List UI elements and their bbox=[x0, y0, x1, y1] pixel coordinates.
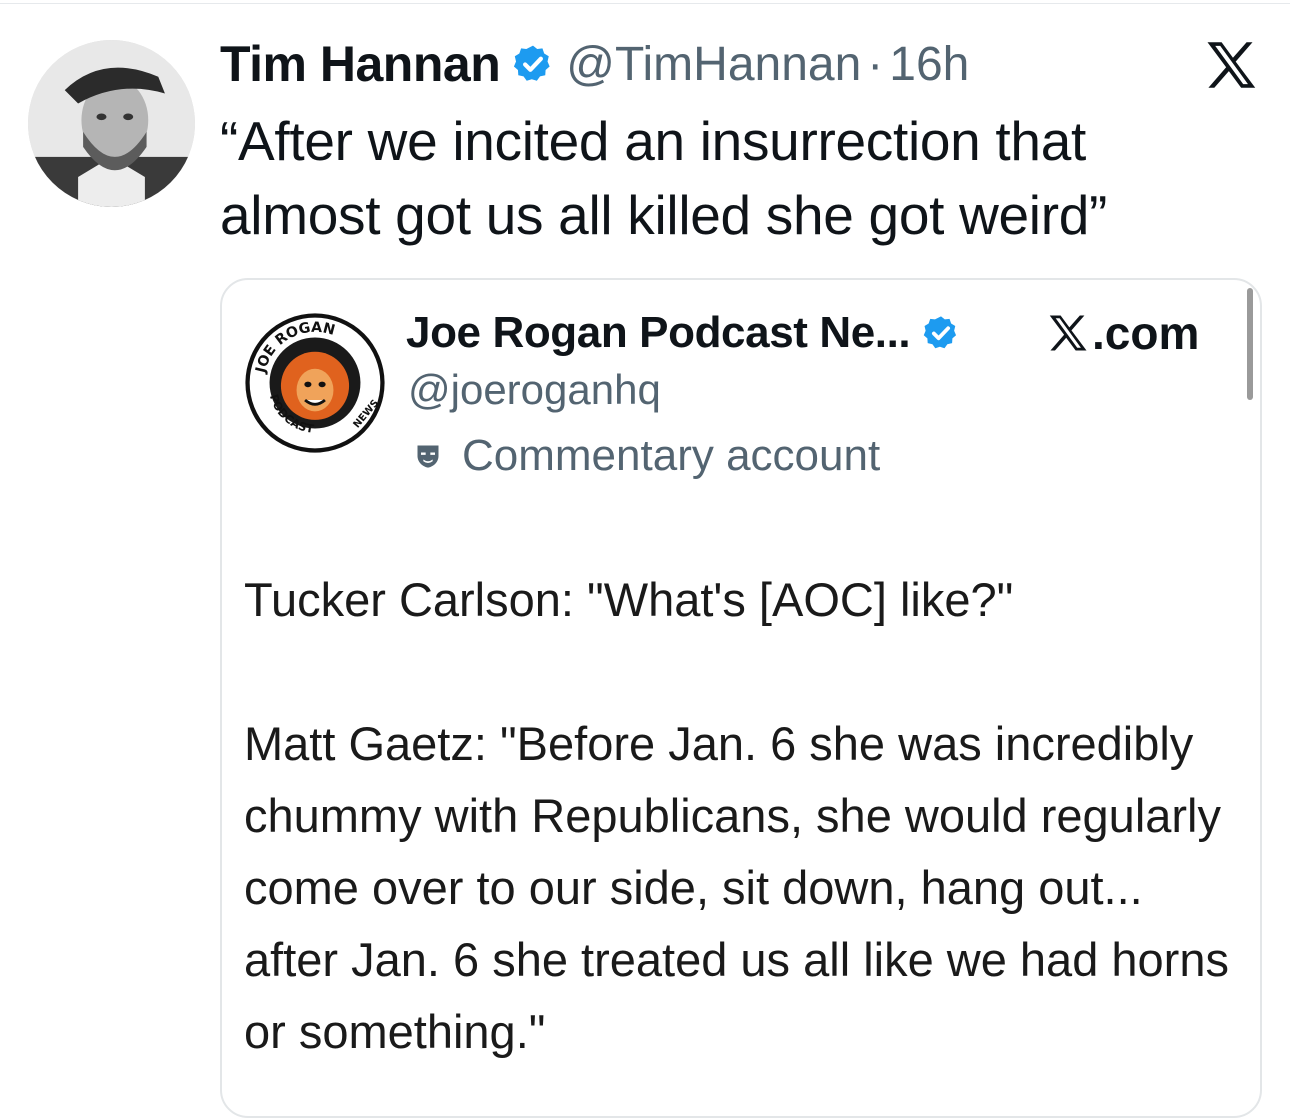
commentary-badge: Commentary account bbox=[414, 428, 880, 484]
source-site-text: .com bbox=[1092, 307, 1200, 359]
quoted-tweet-text: Tucker Carlson: "What's [AOC] like?" Mat… bbox=[244, 564, 1244, 1068]
author-avatar[interactable] bbox=[28, 40, 195, 207]
verified-badge-icon bbox=[924, 316, 957, 349]
quoted-name-row: Joe Rogan Podcast Ne... bbox=[406, 304, 960, 362]
x-logo-icon bbox=[1049, 315, 1087, 351]
commentary-mask-icon bbox=[417, 445, 439, 468]
author-handle[interactable]: @TimHannan bbox=[566, 37, 861, 92]
tweet-text: “After we incited an insurrection that a… bbox=[220, 110, 1108, 246]
avatar-photo bbox=[28, 40, 195, 207]
podcast-news-logo[interactable]: JOE ROGAN PODCAST NEWS bbox=[244, 312, 386, 454]
tweet-timestamp[interactable]: 16h bbox=[889, 37, 969, 92]
x-logo-icon[interactable] bbox=[1205, 40, 1260, 90]
source-site-label: .com bbox=[1048, 304, 1199, 362]
podcast-logo-image: JOE ROGAN PODCAST NEWS bbox=[245, 313, 385, 453]
quoted-paragraph-2: Matt Gaetz: "Before Jan. 6 she was incre… bbox=[244, 717, 1229, 1058]
top-divider bbox=[0, 3, 1290, 4]
verified-badge-icon bbox=[514, 45, 550, 81]
quoted-handle[interactable]: @joeroganhq bbox=[408, 366, 661, 414]
author-name[interactable]: Tim Hannan bbox=[220, 35, 501, 93]
quoted-author-name[interactable]: Joe Rogan Podcast Ne... bbox=[406, 308, 911, 358]
separator-dot: · bbox=[867, 37, 884, 91]
quoted-paragraph-1: Tucker Carlson: "What's [AOC] like?" bbox=[244, 573, 1014, 626]
tweet-header: Tim Hannan @TimHannan · 16h bbox=[220, 34, 969, 94]
commentary-label: Commentary account bbox=[462, 431, 881, 480]
scrollbar[interactable] bbox=[1247, 288, 1253, 400]
